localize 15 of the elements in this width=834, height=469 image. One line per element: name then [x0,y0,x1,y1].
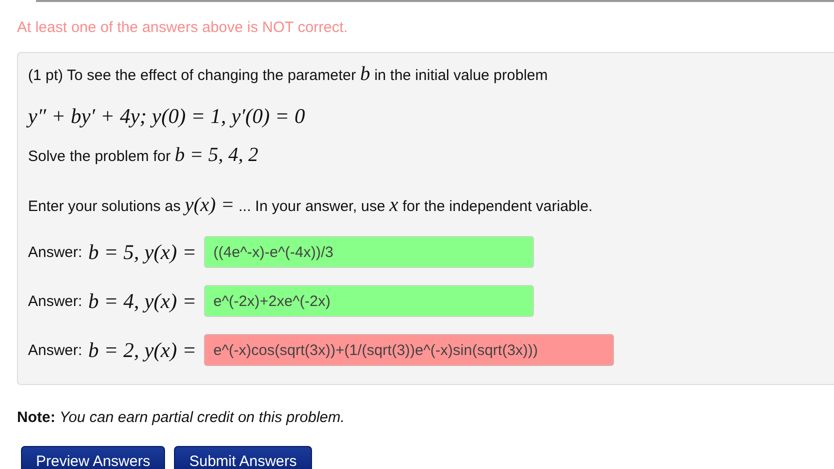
math-expression: b = 5, y(x) = [88,240,196,264]
math-expression: b = 2, y(x) = [88,338,196,362]
equation-text: y″ + by′ + 4y; y(0) = 1, y′(0) = 0 [28,105,306,130]
answer-field[interactable]: e^(-x)cos(sqrt(3x))+(1/(sqrt(3))e^(-x)sin(sqrt(3x))) [204,334,614,366]
answer-field[interactable]: e^(-2x)+2xe^(-2x) [204,285,534,317]
note-text: Note: You can earn partial credit on this problem. [17,409,346,427]
error-message: At least one of the answers above is NOT correct. [17,19,349,37]
answer-label: Answer: [28,244,82,260]
problem-text: (1 pt) To see the effect of changing the parameter b in the initial value problem [28,63,549,87]
answer-label: Answer: [28,342,82,358]
answer-label: Answer: [28,292,82,310]
problem-text: Solve the problem for b = 5, 4, 2 [28,144,260,168]
problem-text: Enter your solutions as y(x) = ... In your answer, use x for the independent variable. [28,194,594,218]
answer-field[interactable]: ((4e^-x)-e^(-4x))/3 [204,236,534,268]
math-expression: b = 4, y(x) = [88,288,196,314]
